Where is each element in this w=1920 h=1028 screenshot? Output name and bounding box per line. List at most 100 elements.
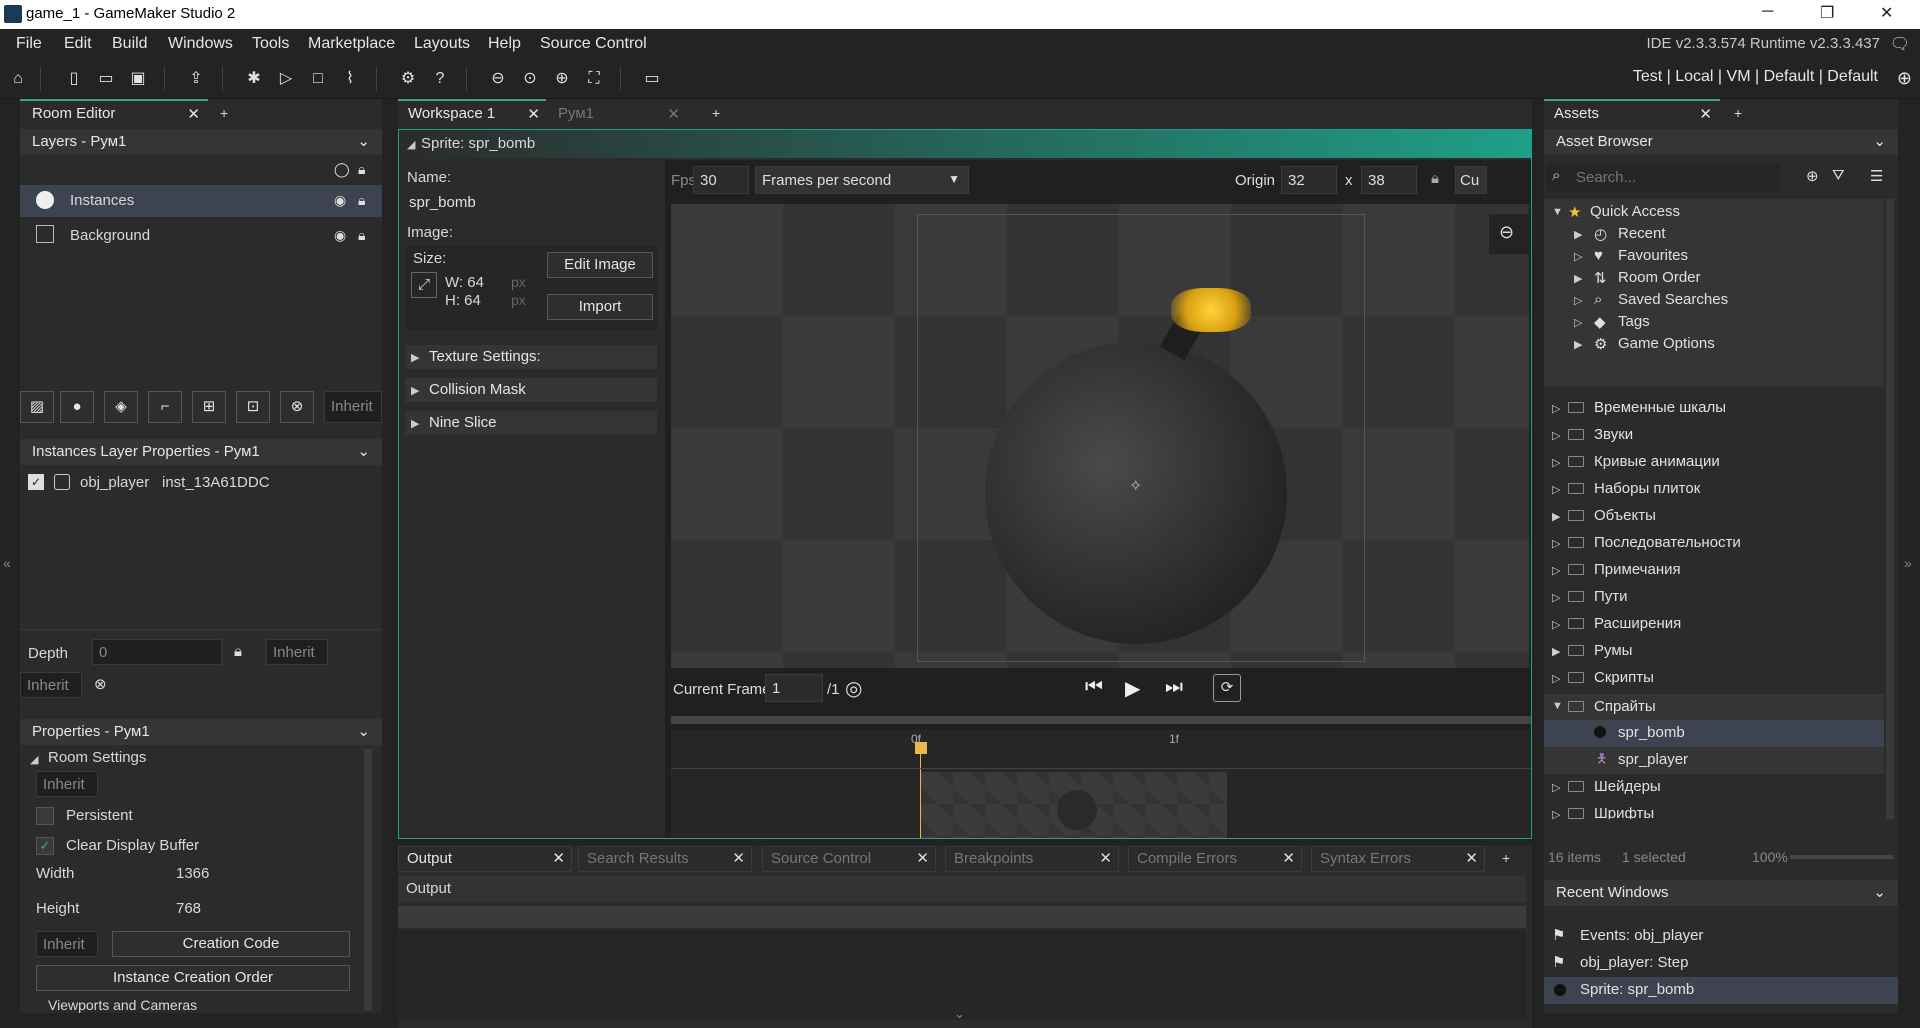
inherit-layer-button[interactable]: Inherit <box>324 391 382 423</box>
nine-slice-section[interactable]: ▶ Nine Slice <box>405 411 657 435</box>
clear-display-buffer-checkbox[interactable]: ✓ <box>36 837 54 855</box>
close-tab-icon[interactable]: ✕ <box>1465 847 1478 871</box>
recent-windows-header[interactable]: Recent Windows ⌄ <box>1544 880 1898 906</box>
zoom-icon[interactable]: ⊖ <box>1499 222 1514 243</box>
resize-icon[interactable]: ⤢ <box>411 272 437 298</box>
asset-browser-header[interactable]: Asset Browser ⌄ <box>1544 129 1898 155</box>
target-icon[interactable]: ⊕ <box>1897 68 1912 89</box>
export-icon[interactable]: ⇪ <box>184 67 208 91</box>
close-tab-icon[interactable]: ✕ <box>1099 847 1112 871</box>
play-icon[interactable]: ▶ <box>1125 676 1140 701</box>
collapse-down-icon[interactable]: ⌄ <box>954 1006 965 1022</box>
tab-assets[interactable]: Assets ✕ <box>1544 99 1720 127</box>
layers-header[interactable]: Layers - Рум1 ⌄ <box>20 129 382 155</box>
collapse-right-icon[interactable]: » <box>1904 555 1912 571</box>
close-tab-icon[interactable]: ✕ <box>667 105 680 123</box>
current-frame-input[interactable]: 1 <box>765 674 823 702</box>
fps-input[interactable]: 30 <box>693 166 749 194</box>
recent-item[interactable]: ⚑ Events: obj_player <box>1544 923 1898 950</box>
tab-syntax-errors[interactable]: Syntax Errors ✕ <box>1311 846 1485 872</box>
asset-spr-player[interactable]: 🯅 spr_player <box>1544 747 1884 774</box>
close-tab-icon[interactable]: ✕ <box>1699 105 1712 123</box>
tab-room-editor[interactable]: Room Editor ✕ <box>20 99 208 127</box>
delete-layer-icon[interactable]: ⊗ <box>280 391 314 423</box>
sprite-window-header[interactable]: ◢ Sprite: spr_bomb <box>399 130 1531 158</box>
close-tab-icon[interactable]: ✕ <box>527 105 540 123</box>
menu-file[interactable]: File <box>16 35 42 53</box>
depth-input[interactable]: 0 <box>92 639 222 665</box>
close-tab-icon[interactable]: ✕ <box>552 847 565 871</box>
clear-icon[interactable]: ⊗ <box>94 675 107 693</box>
tab-source-control[interactable]: Source Control ✕ <box>762 846 936 872</box>
menu-marketplace[interactable]: Marketplace <box>308 35 395 53</box>
menu-layouts[interactable]: Layouts <box>414 35 470 53</box>
search-input[interactable] <box>1576 166 1772 188</box>
first-frame-icon[interactable]: ⏮ <box>1085 676 1103 699</box>
close-window-button[interactable]: ✕ <box>1880 3 1893 23</box>
menu-windows[interactable]: Windows <box>168 35 233 53</box>
quick-item-game-options[interactable]: ▶ ⚙ Game Options <box>1544 333 1884 355</box>
menu-tools[interactable]: Tools <box>252 35 289 53</box>
checkbox-icon[interactable]: ✓ <box>28 474 44 490</box>
chat-icon[interactable]: 🗨 <box>1890 34 1910 54</box>
eye-icon[interactable]: ◯ <box>334 161 350 178</box>
zoom-reset-icon[interactable]: ⊙ <box>518 67 542 91</box>
add-tab-icon[interactable]: + <box>1734 105 1742 121</box>
lock-icon[interactable]: 🔒︎ <box>358 161 365 178</box>
game-options-icon[interactable]: ⚙ <box>396 67 420 91</box>
lock-icon[interactable]: 🔒︎ <box>358 227 365 244</box>
creation-code-button[interactable]: Creation Code <box>112 931 350 957</box>
stop-icon[interactable]: □ <box>306 67 330 91</box>
creation-inherit-button[interactable]: Inherit <box>36 931 98 957</box>
quick-item-room-order[interactable]: ▶ ⇅ Room Order <box>1544 267 1884 289</box>
menu-help[interactable]: Help <box>488 35 521 53</box>
persistent-checkbox[interactable] <box>36 807 54 825</box>
texture-settings-section[interactable]: ▶ Texture Settings: <box>405 345 657 369</box>
tab-compile-errors[interactable]: Compile Errors ✕ <box>1128 846 1302 872</box>
folder-row[interactable]: ▷ Шейдеры <box>1544 776 1884 798</box>
collision-mask-section[interactable]: ▶ Collision Mask <box>405 378 657 402</box>
layer-row-background[interactable]: Background ◉ 🔒︎ <box>20 221 382 251</box>
layer-row-instances[interactable]: Instances ◉ 🔒︎ <box>20 185 382 217</box>
asset-scrollbar[interactable] <box>1886 199 1894 819</box>
filter-icon[interactable]: ⛛ <box>1832 167 1845 184</box>
menu-icon[interactable]: ☰ <box>1870 167 1883 185</box>
width-input[interactable]: 1366 <box>176 865 209 882</box>
tab-breakpoints[interactable]: Breakpoints ✕ <box>945 846 1119 872</box>
instance-row[interactable]: ✓ obj_player inst_13A61DDC <box>20 471 382 495</box>
edit-image-button[interactable]: Edit Image <box>547 252 653 278</box>
zoom-slider[interactable] <box>1790 855 1894 859</box>
menu-edit[interactable]: Edit <box>64 35 92 53</box>
search-input-box[interactable]: ⌕ <box>1546 163 1780 191</box>
folder-row[interactable]: ▷ Пути <box>1544 586 1884 608</box>
add-folder-icon[interactable]: ⊡ <box>236 391 270 423</box>
help-icon[interactable]: ? <box>428 67 452 91</box>
zoom-out-icon[interactable]: ⊖ <box>486 67 510 91</box>
folder-row[interactable]: ▷ Наборы плиток <box>1544 478 1884 500</box>
add-instance-layer-icon[interactable]: ● <box>60 391 94 423</box>
asset-spr-bomb[interactable]: spr_bomb <box>1544 720 1884 747</box>
viewports-and-cameras-label[interactable]: Viewports and Cameras <box>48 997 197 1013</box>
run-icon[interactable]: ▷ <box>274 67 298 91</box>
quick-item-saved-searches[interactable]: ▷ ⌕ Saved Searches <box>1544 289 1884 311</box>
room-settings-inherit-button[interactable]: Inherit <box>36 771 98 797</box>
origin-y-input[interactable]: 38 <box>1361 166 1417 194</box>
playhead[interactable] <box>915 742 927 754</box>
timeline-scrollbar[interactable] <box>671 716 1531 724</box>
instance-creation-order-button[interactable]: Instance Creation Order <box>36 965 350 991</box>
folder-row[interactable]: ▶ Объекты <box>1544 505 1884 527</box>
add-asset-icon[interactable]: ⊕ <box>1806 167 1819 185</box>
depth-inherit-button[interactable]: Inherit <box>266 639 328 665</box>
folder-row-sprites[interactable]: ▼ Спрайты <box>1544 694 1884 720</box>
folder-row[interactable]: ▷ Шрифты <box>1544 803 1884 819</box>
eye-icon[interactable]: ◉ <box>334 227 346 244</box>
sprite-name-input[interactable]: spr_bomb <box>405 190 657 216</box>
add-tab-icon[interactable]: + <box>220 105 228 121</box>
open-project-icon[interactable]: ▭ <box>94 67 118 91</box>
menu-source-control[interactable]: Source Control <box>540 35 647 53</box>
add-background-layer-icon[interactable]: ▨ <box>20 391 54 423</box>
eye-icon[interactable]: ◉ <box>334 192 346 209</box>
folder-row[interactable]: ▷ Расширения <box>1544 613 1884 635</box>
timeline[interactable]: 0f 1f <box>671 730 1531 838</box>
collapse-left-icon[interactable]: « <box>3 555 11 571</box>
